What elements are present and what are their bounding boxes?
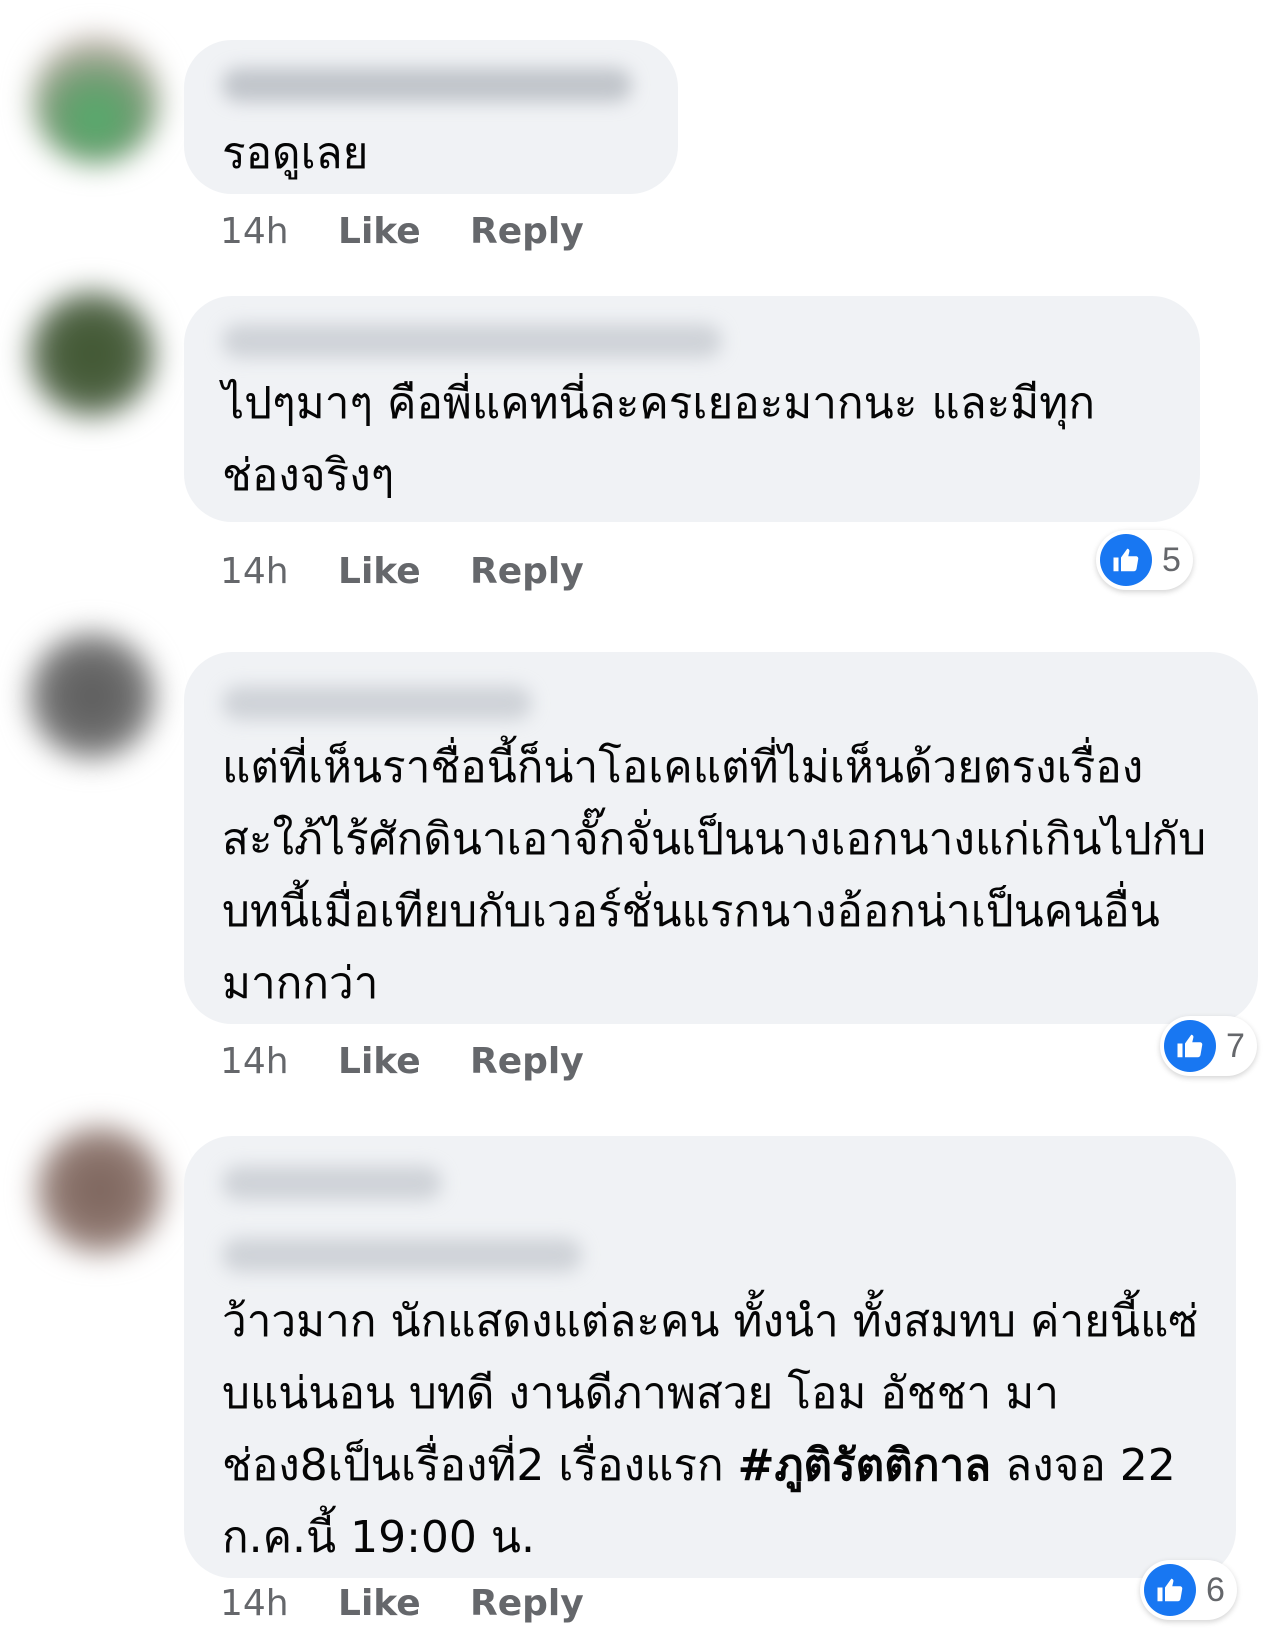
comment-actions: 14h Like Reply	[220, 1040, 620, 1084]
comment-bubble: ว้าวมาก นักแสดงแต่ละคน ทั้งนำ ทั้งสมทบ ค…	[184, 1136, 1236, 1578]
thumbs-up-icon	[1100, 534, 1152, 586]
avatar[interactable]	[32, 36, 160, 164]
avatar[interactable]	[28, 290, 156, 418]
comment-bubble: ไปๆมาๆ คือพี่แคทนี่ละครเยอะมากนะ และมีทุ…	[184, 296, 1200, 522]
avatar[interactable]	[28, 632, 156, 760]
comment-text: ว้าวมาก นักแสดงแต่ละคน ทั้งนำ ทั้งสมทบ ค…	[222, 1286, 1202, 1574]
thumbs-up-icon	[1164, 1020, 1216, 1072]
like-button[interactable]: Like	[338, 210, 421, 254]
avatar[interactable]	[36, 1126, 164, 1254]
comment-time: 14h	[220, 1041, 289, 1082]
comment-actions: 14h Like Reply	[220, 210, 620, 254]
author-name-blurred[interactable]	[222, 1166, 442, 1200]
comment-bubble: แต่ที่เห็นราชื่อนี้ก็น่าโอเคแต่ที่ไม่เห็…	[184, 652, 1258, 1024]
reply-button[interactable]: Reply	[470, 1582, 584, 1626]
like-button[interactable]: Like	[338, 550, 421, 594]
comment-actions: 14h Like Reply	[220, 1582, 620, 1626]
like-button[interactable]: Like	[338, 1040, 421, 1084]
author-name-blurred[interactable]	[222, 324, 722, 358]
reaction-count: 7	[1226, 1026, 1245, 1065]
hashtag-link[interactable]: #ภูติรัตติกาล	[738, 1440, 992, 1491]
reply-button[interactable]: Reply	[470, 210, 584, 254]
comment-text: แต่ที่เห็นราชื่อนี้ก็น่าโอเคแต่ที่ไม่เห็…	[222, 742, 1207, 1009]
comment-time: 14h	[220, 1583, 289, 1624]
thumbs-up-icon	[1144, 1564, 1196, 1616]
author-name-blurred[interactable]	[222, 686, 532, 720]
comment-text: รอดูเลย	[222, 128, 369, 179]
reaction-count: 5	[1162, 540, 1181, 579]
reaction-badge[interactable]: 5	[1096, 530, 1193, 590]
reaction-badge[interactable]: 6	[1140, 1560, 1237, 1620]
reply-button[interactable]: Reply	[470, 1040, 584, 1084]
reply-button[interactable]: Reply	[470, 550, 584, 594]
comment-actions: 14h Like Reply	[220, 550, 620, 594]
like-button[interactable]: Like	[338, 1582, 421, 1626]
comment-time: 14h	[220, 551, 289, 592]
reaction-count: 6	[1206, 1570, 1225, 1609]
comment-text: ไปๆมาๆ คือพี่แคทนี่ละครเยอะมากนะ และมีทุ…	[222, 378, 1095, 501]
author-name-blurred-line-2	[222, 1238, 582, 1272]
author-name-blurred[interactable]	[222, 68, 632, 102]
reaction-badge[interactable]: 7	[1160, 1016, 1257, 1076]
comment-bubble: รอดูเลย	[184, 40, 678, 194]
comment-time: 14h	[220, 211, 289, 252]
